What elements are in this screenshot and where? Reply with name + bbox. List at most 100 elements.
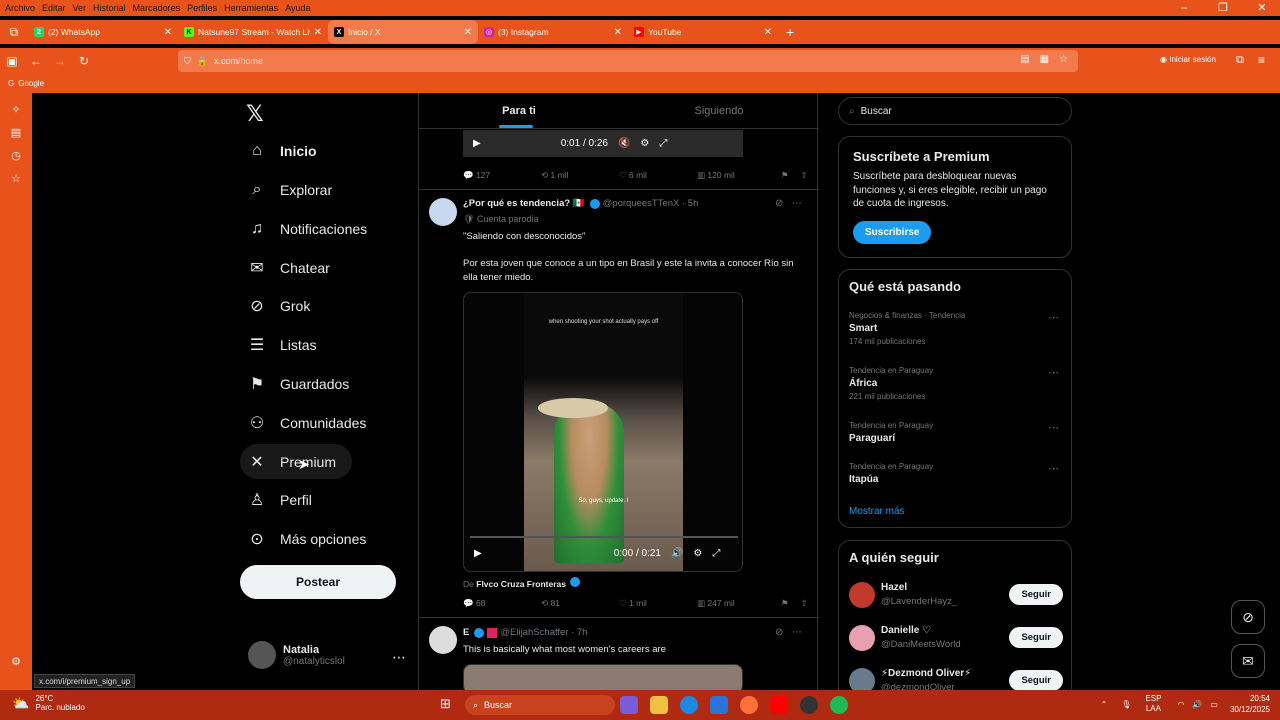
battery-icon[interactable]: ▭ — [1210, 700, 1218, 709]
avatar[interactable] — [429, 626, 457, 654]
trend-item[interactable]: Tendencia en Paraguay Paraguarí ⋯ — [849, 421, 1063, 444]
reader-view-icon[interactable]: ▤ — [1020, 54, 1029, 65]
language-indicator[interactable]: ESP LAA — [1145, 694, 1161, 714]
tab-list-icon[interactable]: ⧉ — [0, 25, 28, 40]
file-explorer-icon[interactable] — [650, 696, 668, 714]
tab-youtube[interactable]: ▶ YouTube ✕ — [628, 20, 778, 44]
sidebar-toggle-icon[interactable]: ▣ — [0, 54, 24, 68]
repost-button[interactable]: ⟲ 81 — [541, 598, 619, 609]
nav-comunidades[interactable]: ⚇ Comunidades — [246, 406, 367, 440]
copilot-icon[interactable] — [620, 696, 638, 714]
fullscreen-icon[interactable]: ⤢ — [712, 548, 720, 559]
more-icon[interactable]: ⋯ — [392, 649, 406, 666]
new-tab-icon[interactable]: + — [786, 24, 794, 40]
like-button[interactable]: ♡ 1 mil — [619, 598, 697, 609]
follow-suggestion[interactable]: ⚡Dezmond Oliver⚡ @dezmondOliver Seguir — [849, 664, 1063, 690]
store-icon[interactable] — [710, 696, 728, 714]
tab-siguiendo[interactable]: Siguiendo — [619, 93, 819, 128]
close-tab-icon[interactable]: ✕ — [314, 27, 322, 38]
taskbar-search[interactable]: ⌕ Buscar — [465, 695, 615, 715]
source-name[interactable]: Flvco Cruza Fronteras — [476, 579, 566, 589]
youtube-icon[interactable] — [770, 696, 788, 714]
more-icon[interactable]: ⋯ — [792, 627, 802, 638]
post-button[interactable]: Postear — [240, 565, 396, 599]
nav-perfil[interactable]: ♙ Perfil — [246, 483, 312, 517]
wifi-icon[interactable]: ◠ — [1177, 700, 1184, 709]
nav-grok[interactable]: ⊘ Grok — [246, 289, 310, 323]
extensions-icon[interactable]: ⧉ — [1236, 54, 1244, 67]
menu-historial[interactable]: Historial — [93, 3, 126, 13]
menu-ver[interactable]: Ver — [73, 3, 87, 13]
repost-button[interactable]: ⟲ 1 mil — [541, 170, 619, 181]
github-icon[interactable] — [800, 696, 818, 714]
bookmarks-icon[interactable]: ☆ — [0, 172, 32, 185]
tab-kick[interactable]: K Natsune97 Stream - Watch Live ✕ — [178, 20, 328, 44]
follow-button[interactable]: Seguir — [1009, 584, 1063, 605]
trend-item[interactable]: Tendencia en Paraguay Itapúa ⋯ — [849, 462, 1063, 485]
menu-perfiles[interactable]: Perfiles — [187, 3, 217, 13]
reply-button[interactable]: 💬 68 — [463, 598, 541, 609]
lock-icon[interactable]: 🔒 — [197, 56, 208, 67]
show-more-link[interactable]: Mostrar más — [849, 506, 905, 517]
author-name[interactable]: E — [463, 627, 469, 638]
volume-icon[interactable]: 🔊 — [1192, 700, 1202, 709]
forward-icon[interactable]: → — [48, 54, 72, 68]
tab-x[interactable]: X Inicio / X ✕ — [328, 20, 478, 44]
tweet-video[interactable]: when shooting your shot actually pays of… — [463, 292, 743, 572]
grok-icon[interactable]: ⊘ — [775, 627, 783, 638]
views-button[interactable]: ▥ 247 mil — [697, 598, 777, 609]
menu-icon[interactable]: ≡ — [1258, 53, 1265, 67]
tweet-media[interactable] — [463, 664, 743, 690]
nav-notificaciones[interactable]: ♫ Notificaciones — [246, 212, 367, 246]
messages-float-button[interactable]: ✉ — [1231, 644, 1265, 678]
follow-suggestion[interactable]: Danielle ♡ @DaniMeetsWorld Seguir — [849, 621, 1063, 657]
synced-tabs-icon[interactable]: ▤ — [0, 126, 32, 139]
nav-inicio[interactable]: ⌂ Inicio — [246, 134, 316, 168]
mute-icon[interactable]: 🔇 — [618, 138, 630, 149]
video-progress[interactable] — [470, 536, 738, 538]
more-icon[interactable]: ⋯ — [1048, 366, 1059, 379]
nav-guardados[interactable]: ⚑ Guardados — [246, 367, 349, 401]
grok-icon[interactable]: ⊘ — [775, 198, 783, 209]
maximize-icon[interactable]: ❐ — [1207, 0, 1239, 16]
follow-suggestion[interactable]: Hazel @LavenderHayz_ Seguir — [849, 578, 1063, 614]
clock[interactable]: 20:54 30/12/2025 — [1230, 693, 1270, 715]
close-icon[interactable]: ✕ — [1246, 0, 1278, 16]
grok-float-button[interactable]: ⊘ — [1231, 600, 1265, 634]
nav-explorar[interactable]: ⌕ Explorar — [246, 173, 333, 207]
x-logo-icon[interactable]: 𝕏 — [246, 101, 264, 127]
nav-premium[interactable]: ✕ Premium — [246, 445, 336, 479]
trend-item[interactable]: Negocios & finanzas · Tendencia Smart 17… — [849, 311, 1063, 346]
settings-icon[interactable]: ⚙ — [0, 655, 32, 668]
more-icon[interactable]: ⋯ — [1048, 462, 1059, 475]
edge-icon[interactable] — [680, 696, 698, 714]
account-switcher[interactable]: Natalia @natalyticslol — [248, 641, 345, 669]
play-icon[interactable]: ▶ — [473, 138, 481, 149]
more-icon[interactable]: ⋯ — [792, 198, 802, 209]
gear-icon[interactable]: ⚙ — [640, 138, 649, 149]
menu-ayuda[interactable]: Ayuda — [285, 3, 310, 13]
chevron-up-icon[interactable]: ⌃ — [1101, 700, 1108, 709]
menu-archivo[interactable]: Archivo — [5, 3, 35, 13]
reload-icon[interactable]: ↻ — [72, 54, 96, 68]
sign-in-button[interactable]: ◉ Iniciar sesión — [1160, 55, 1216, 64]
follow-button[interactable]: Seguir — [1009, 670, 1063, 690]
author-handle[interactable]: @ElijahSchaffer · 7h — [500, 627, 587, 638]
views-button[interactable]: ▥ 120 mil — [697, 170, 777, 181]
menu-herramientas[interactable]: Herramientas — [224, 3, 278, 13]
more-icon[interactable]: ⋯ — [1048, 421, 1059, 434]
play-icon[interactable]: ▶ — [474, 548, 482, 559]
pip-icon[interactable]: ▦ — [1040, 54, 1049, 65]
reply-button[interactable]: 💬 127 — [463, 170, 541, 181]
author-name[interactable]: ¿Por qué es tendencia? 🇲🇽 — [463, 198, 585, 209]
tab-para-ti[interactable]: Para ti — [419, 93, 619, 128]
ai-icon[interactable]: ✧ — [0, 103, 32, 116]
bookmark-icon[interactable]: ⚑ — [781, 170, 789, 181]
bookmark-icon[interactable]: ⚑ — [781, 598, 789, 609]
nav-listas[interactable]: ☰ Listas — [246, 328, 317, 362]
url-bar[interactable]: ⛉ 🔒 x.com/home ▤ ▦ ☆ — [178, 50, 1078, 72]
history-icon[interactable]: ◷ — [0, 149, 32, 162]
star-icon[interactable]: ☆ — [1059, 54, 1068, 65]
share-icon[interactable]: ⇧ — [801, 598, 808, 609]
search-input[interactable]: ⌕ Buscar — [838, 97, 1072, 125]
